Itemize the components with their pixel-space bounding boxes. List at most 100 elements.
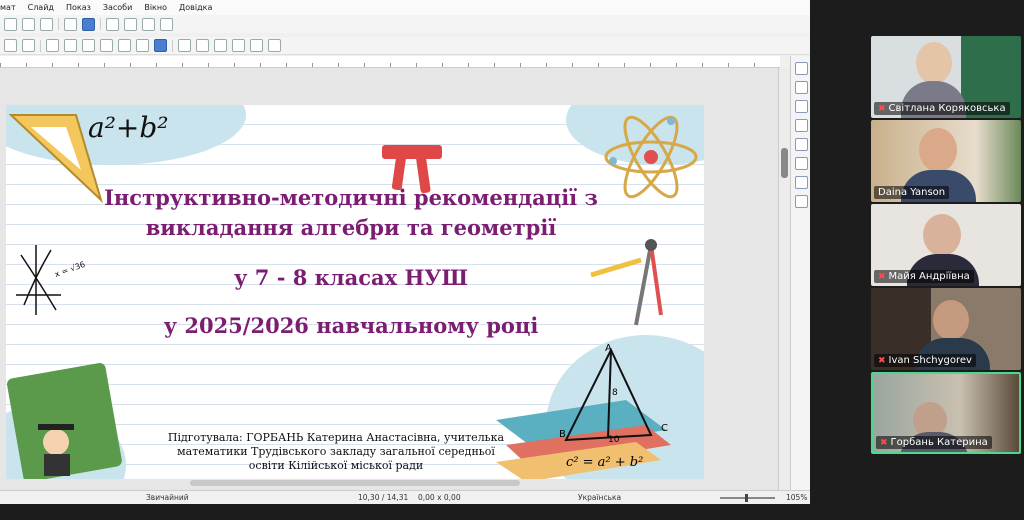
star-icon[interactable] [136,39,149,52]
connector-icon[interactable] [22,39,35,52]
impress-window: мат Слайд Показ Засоби Вікно Довідка a²+… [0,0,810,504]
table-icon[interactable] [106,17,119,31]
subtitle-year[interactable]: у 2025/2026 навчальному році [86,313,616,338]
menu-tools[interactable]: Засоби [103,3,132,12]
filter-icon[interactable] [268,39,281,52]
participant-nametag: Daina Yanson [874,186,950,199]
redo-icon[interactable] [22,17,35,31]
mic-muted-icon: ✖ [878,272,886,282]
separator [172,39,173,52]
participant-face [919,128,957,172]
shadow-icon[interactable] [232,39,245,52]
graph-doodle [16,245,61,315]
flowchart-icon[interactable] [100,39,113,52]
basic-shapes-icon[interactable] [46,39,59,52]
spellcheck-icon[interactable] [40,17,53,31]
rotate-icon[interactable] [178,39,191,52]
3d-object-icon[interactable] [154,39,167,52]
navigator-icon[interactable] [794,119,808,132]
chalkboard-icon [7,363,122,479]
layout-status: Звичайний [146,493,189,502]
participant-tile[interactable]: ✖ Майя Андріївна [871,204,1021,286]
helplines-icon[interactable] [82,17,95,31]
menu-slide[interactable]: Слайд [28,3,54,12]
author-line-3: освіти Кілійської міської ради [248,459,424,472]
triangle-label-10: 10 [608,435,620,445]
arrange-icon[interactable] [214,39,227,52]
participant-name: Світлана Коряковська [888,103,1006,114]
separator [100,18,101,30]
language-status[interactable]: Українська [578,493,621,502]
slideshow-icon[interactable] [160,17,173,31]
symbol-shapes-icon[interactable] [64,39,77,52]
styles-icon[interactable] [794,81,808,94]
horizontal-ruler [0,56,780,68]
gallery-icon[interactable] [794,100,808,113]
zoom-level[interactable]: 105% [786,493,807,502]
properties-icon[interactable] [794,62,808,75]
participant-name: Ivan Shchygorev [888,355,972,366]
title-line-1: Інструктивно-методичні рекомендації з [104,185,598,210]
participant-name: Daina Yanson [878,187,946,198]
participant-nametag: ✖ Світлана Коряковська [874,102,1010,115]
menu-bar: мат Слайд Показ Засоби Вікно Довідка [0,0,810,15]
slide-canvas[interactable]: a²+b² x = √36 π Інструктивно-методичні р… [6,105,704,479]
menu-slideshow[interactable]: Показ [66,3,91,12]
triangle-label-a: A [605,343,612,354]
author-textbox[interactable]: Підготувала: ГОРБАНЬ Катерина Анастасівн… [146,431,526,473]
arrow-shapes-icon[interactable] [82,39,95,52]
participant-nametag: ✖ Майя Андріївна [874,270,974,283]
mic-muted-icon: ✖ [880,438,888,448]
drawing-toolbar [0,37,810,55]
atom-icon [604,115,698,199]
separator [40,39,41,52]
mic-muted-icon: ✖ [878,104,886,114]
participant-tile[interactable]: ✖ Світлана Коряковська [871,36,1021,118]
zoom-slider-knob[interactable] [745,494,748,502]
participant-tile-active-speaker[interactable]: ✖ Горбань Катерина [871,372,1021,454]
line-color-icon[interactable] [4,39,17,52]
chart-icon[interactable] [142,17,155,31]
standard-toolbar [0,15,810,33]
participant-name: Горбань Катерина [890,437,988,448]
scroll-thumb[interactable] [781,148,788,178]
video-participants-panel: ✖ Світлана Коряковська Daina Yanson ✖ Майя… [812,0,1024,520]
cursor-position: 10,30 / 14,31 [358,493,409,502]
undo-icon[interactable] [4,17,17,31]
author-line-2: математики Трудівського закладу загально… [177,445,495,458]
animation-icon[interactable] [794,176,808,189]
participant-nametag: ✖ Горбань Катерина [876,436,992,449]
status-bar: Звичайний 10,30 / 14,31 0,00 x 0,00 Укра… [0,490,810,504]
align-icon[interactable] [196,39,209,52]
menu-format[interactable]: мат [0,3,16,12]
crop-icon[interactable] [250,39,263,52]
shapes-icon[interactable] [794,138,808,151]
subtitle-grades[interactable]: у 7 - 8 класах НУШ [86,265,616,290]
triangle-label-c: C [661,423,668,434]
formula-c-text: c² = a² + b² [566,455,644,470]
slide-transition-icon[interactable] [794,157,808,170]
participant-nametag: ✖ Ivan Shchygorev [874,354,976,367]
callout-icon[interactable] [118,39,131,52]
title-line-2: викладання алгебри та геометрії [145,215,557,240]
image-icon[interactable] [124,17,137,31]
participant-name: Майя Андріївна [888,271,970,282]
slide-decorations [7,114,698,479]
object-size: 0,00 x 0,00 [418,493,461,502]
participant-face [923,214,961,256]
mic-muted-icon: ✖ [878,356,886,366]
horizontal-scrollbar[interactable] [190,480,520,486]
master-slides-icon[interactable] [794,195,808,208]
triangle-label-b: B [559,429,566,440]
slide-title[interactable]: Інструктивно-методичні рекомендації з ви… [86,183,616,243]
participant-tile[interactable]: Daina Yanson [871,120,1021,202]
menu-window[interactable]: Вікно [144,3,167,12]
menu-help[interactable]: Довідка [179,3,212,12]
grid-icon[interactable] [64,17,77,31]
pi-label: π [476,127,477,128]
participant-face [933,300,969,340]
author-line-1: Підготувала: ГОРБАНЬ Катерина Анастасівн… [167,431,505,444]
participant-tile[interactable]: ✖ Ivan Shchygorev [871,288,1021,370]
separator [58,18,59,30]
sidebar-deck [790,56,810,490]
